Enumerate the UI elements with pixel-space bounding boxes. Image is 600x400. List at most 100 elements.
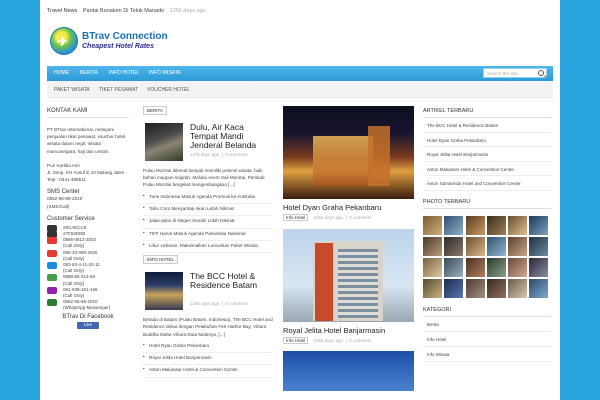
photo-thumb[interactable] (465, 258, 485, 278)
photo-thumb[interactable] (508, 258, 528, 278)
artikel-link[interactable]: Hotel Dyan Graha Pekanbaru (423, 133, 551, 147)
search-icon[interactable] (538, 70, 544, 76)
logo-title: BTrav Connection (82, 31, 168, 42)
middle-column: BERITA Dulu, Air Kaca Tempat Mandi Jende… (143, 106, 273, 378)
nav-item-berita[interactable]: BERITA (80, 70, 98, 76)
featured-comments-link[interactable]: 0 comment (349, 338, 371, 343)
artikel-link[interactable]: The BCC Hotel & Residence Batam (423, 118, 551, 133)
post-item: Dulu, Air Kaca Tempat Mandi Jenderal Bel… (143, 123, 273, 163)
post-list-link[interactable]: Libur Lebaran, Maksimalkan Luncurkan Pak… (143, 241, 273, 254)
cs-item: (WhatsApp Messenger) (47, 305, 129, 311)
nav-item-home[interactable]: HOME (54, 70, 69, 76)
kategori-link[interactable]: Info Hotel (423, 332, 551, 348)
featured-meta: Info Hotel 1062 days ago | 0 comment (283, 337, 414, 345)
cs-item-text: 0852-55-88-2010 (63, 299, 98, 305)
post-list-link[interactable]: Jalan-jalan di Negeri Sendiri Lebih Nikm… (143, 216, 273, 229)
photo-thumb[interactable] (486, 236, 506, 256)
post-meta: 1169 days ago | 0 comment (190, 301, 248, 307)
kategori-link[interactable]: Info Wisata (423, 347, 551, 363)
fb-like-button[interactable]: Like (77, 322, 99, 330)
featured-comments-link[interactable]: 0 comment (349, 215, 371, 220)
page: Travel News Pantai Bunaken Di Teluk Mana… (40, 0, 560, 400)
post-excerpt: Pulau Morotai dikenal banyak memiliki po… (143, 168, 265, 188)
site-logo[interactable]: ✈ BTrav Connection Cheapest Hotel Rates (50, 27, 180, 57)
post-list-link[interactable]: Royal Jelita Hotel Banjarmasin (143, 353, 273, 366)
photo-thumb[interactable] (423, 279, 442, 299)
photo-thumb[interactable] (486, 215, 506, 235)
ticker-headline-link[interactable]: Pantai Bunaken Di Teluk Manado (83, 8, 164, 14)
featured-tag[interactable]: Info Hotel (283, 337, 309, 344)
photo-thumb[interactable] (486, 279, 506, 299)
post-list-link[interactable]: TIFF Harus Masuk Agenda Pariwisata Nasio… (143, 229, 273, 241)
photo-thumb[interactable] (465, 279, 485, 299)
photo-thumb[interactable] (486, 258, 506, 278)
nav-item-info-hotel[interactable]: INFO HOTEL (109, 70, 139, 76)
nav-item-tiket-pesawat[interactable]: TIKET PESAWAT (99, 87, 138, 93)
nav-item-voucher-hotel[interactable]: VOUCHER HOTEL (147, 87, 190, 93)
photo-thumb[interactable] (508, 215, 528, 235)
logo-subtitle: Cheapest Hotel Rates (82, 43, 154, 50)
photo-thumb[interactable] (508, 279, 528, 299)
post-list-link[interactable]: Tahu Coro Menyantap Akan Lebih Nikmat (143, 204, 273, 217)
artikel-link[interactable]: Aston Makassar Hotel & Convention Center (423, 162, 551, 176)
left-sidebar: KONTAK KAMI PT BTrav International, mela… (47, 108, 129, 330)
post-comments-link[interactable]: 0 comment (225, 301, 247, 306)
photo-thumb[interactable] (529, 215, 549, 235)
kategori-link[interactable]: Berita (423, 317, 551, 333)
photo-thumb[interactable] (444, 215, 464, 235)
photo-thumb[interactable] (444, 236, 464, 256)
post-comments-link[interactable]: 0 comment (225, 152, 247, 157)
photo-thumb[interactable] (508, 236, 528, 256)
post-item: The BCC Hotel & Residence Batam 1169 day… (143, 272, 273, 312)
photo-thumb[interactable] (529, 279, 549, 299)
cs-item-text: (Call Only) (63, 292, 85, 298)
featured-title-link[interactable]: Hotel Dyan Graha Pekanbaru (283, 203, 414, 212)
featured-date: 1062 days ago (313, 338, 344, 343)
cs-item-text: 29CAECC6 (63, 224, 87, 230)
photo-thumb[interactable] (465, 236, 485, 256)
post-date: 1176 days ago (190, 152, 220, 157)
search-box[interactable]: Search this site... (483, 68, 547, 78)
cs-item-text: (Call Only) (63, 280, 85, 286)
post-thumbnail[interactable] (145, 272, 183, 311)
category-tag-berita[interactable]: BERITA (143, 106, 167, 115)
photo-title: PHOTO TERBARU (423, 199, 551, 209)
cs-item-text: (WhatsApp Messenger) (63, 305, 111, 311)
cs-item-text: (Call Only) (63, 268, 85, 274)
post-list-link[interactable]: Aston Makassar Hotel & Convention Center (143, 365, 273, 378)
kontak-text: PT BTrav International, melayani penjual… (47, 127, 127, 154)
artikel-list: The BCC Hotel & Residence Batam Hotel Dya… (423, 118, 551, 191)
featured-meta: Info Hotel 1062 days ago | 0 comment (283, 214, 414, 222)
post-title-link[interactable]: Dulu, Air Kaca Tempat Mandi Jenderal Bel… (190, 123, 272, 150)
kategori-list: Berita Info Hotel Info Wisata (423, 317, 551, 363)
featured-image[interactable] (283, 351, 414, 391)
artikel-link[interactable]: Aston Samarinda Hotel and Convention Cen… (423, 176, 551, 191)
photo-thumb[interactable] (423, 215, 442, 235)
search-input[interactable]: Search this site... (487, 71, 522, 76)
secondary-nav: PAKET WISATA TIKET PESAWAT VOUCHER HOTEL (47, 81, 553, 98)
cs-item-text: 27F63DDB (63, 231, 86, 237)
category-tag-info-hotel[interactable]: INFO HOTEL (143, 255, 179, 265)
post-list-link[interactable]: Turis Indonesia Masuk Agenda Promosi ke … (143, 192, 273, 204)
artikel-link[interactable]: Royal Jelita Hotel Banjarmasin (423, 147, 551, 162)
photo-thumb[interactable] (423, 258, 442, 278)
photo-thumb[interactable] (444, 279, 464, 299)
post-thumbnail[interactable] (145, 123, 183, 161)
post-list-link[interactable]: Hotel Dyan Graha Pekanbaru (143, 341, 273, 353)
globe-icon: ✈ (50, 27, 78, 55)
featured-image[interactable] (283, 229, 414, 322)
address-text: Puri Kartika Asri Jl. Simp. KH.Yusuf E 1… (47, 162, 125, 183)
ticker-ago: 1256 days ago (169, 8, 206, 14)
photo-thumb[interactable] (529, 258, 549, 278)
nav-item-info-wisata[interactable]: INFO WISATA (149, 70, 181, 76)
post-excerpt: Berada di Batam (Pulau Batam, Indonesia)… (143, 317, 273, 337)
featured-image[interactable] (283, 106, 414, 199)
featured-title-link[interactable]: Royal Jelita Hotel Banjarmasin (283, 326, 414, 335)
nav-item-paket-wisata[interactable]: PAKET WISATA (54, 87, 90, 93)
photo-thumb[interactable] (529, 236, 549, 256)
photo-thumb[interactable] (444, 258, 464, 278)
post-title-link[interactable]: The BCC Hotel & Residence Batam (190, 272, 272, 290)
featured-tag[interactable]: Info Hotel (283, 214, 309, 221)
photo-thumb[interactable] (423, 236, 442, 256)
photo-thumb[interactable] (465, 215, 485, 235)
